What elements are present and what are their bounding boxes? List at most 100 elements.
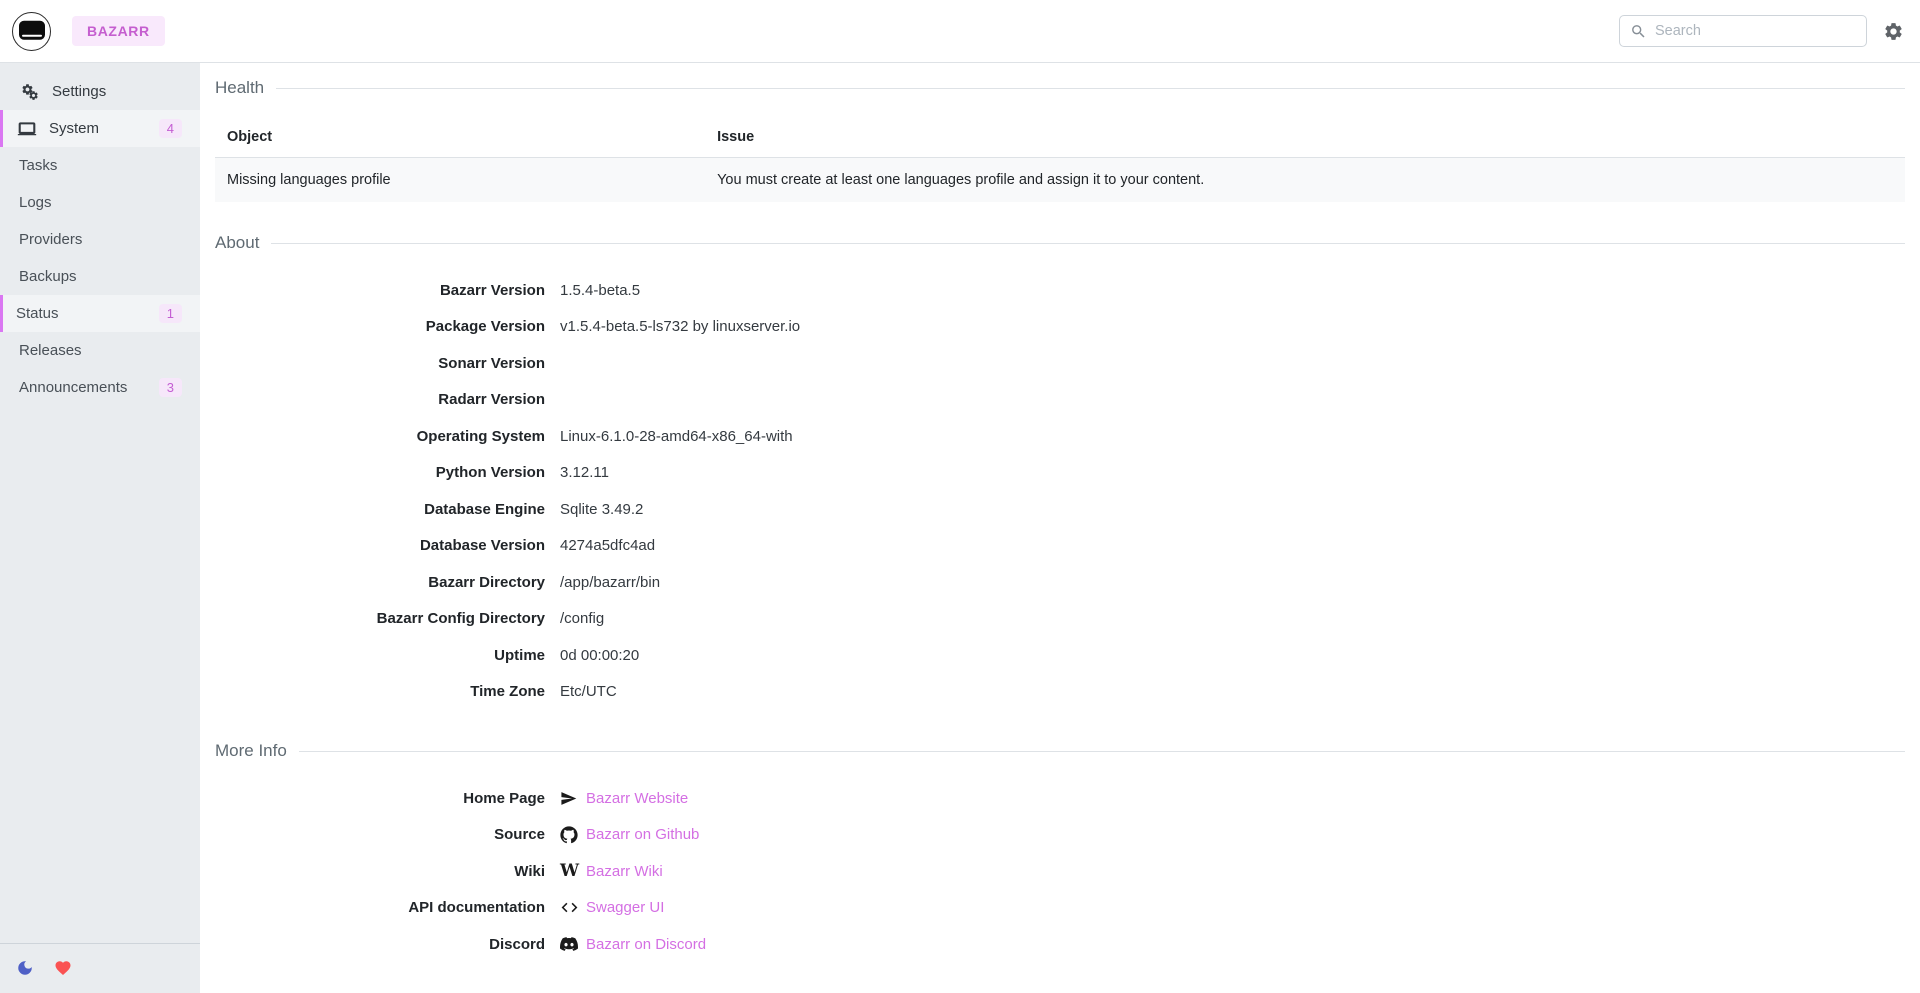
sidebar-item-releases[interactable]: Releases [0,332,200,369]
about-value: v1.5.4-beta.5-ls732 by linuxserver.io [560,318,800,335]
discord-link[interactable]: Bazarr on Discord [586,936,706,953]
more-info-label: Discord [215,936,545,953]
dark-mode-toggle[interactable] [16,959,34,977]
more-info-label: Source [215,826,545,843]
moon-icon [16,959,34,977]
paper-plane-icon [560,790,586,807]
about-label: Bazarr Version [215,282,545,299]
about-label: Radarr Version [215,391,545,408]
brand-badge: BAZARR [72,16,165,46]
sidebar-item-tasks[interactable]: Tasks [0,147,200,184]
wiki-link[interactable]: Bazarr Wiki [586,863,663,880]
search-box[interactable] [1619,15,1867,47]
more-info-label: Home Page [215,790,545,807]
more-info-row: Source Bazarr on Github [215,817,1905,854]
health-table: Object Issue Missing languages profile Y… [215,117,1905,202]
about-row: Time Zone Etc/UTC [215,674,1905,711]
more-info-label: Wiki [215,863,545,880]
sidebar-item-label: Announcements [19,379,127,396]
health-section: Health Object Issue Missing languages pr… [215,73,1905,202]
about-label: Uptime [215,647,545,664]
main-content: Health Object Issue Missing languages pr… [200,63,1920,993]
sidebar-item-label: System [49,120,99,137]
sidebar-item-backups[interactable]: Backups [0,258,200,295]
section-divider [276,88,1905,89]
about-value: 0d 00:00:20 [560,647,639,664]
about-label: Python Version [215,464,545,481]
health-table-row: Missing languages profile You must creat… [215,158,1905,203]
about-value: 1.5.4-beta.5 [560,282,640,299]
api-docs-link[interactable]: Swagger UI [586,899,664,916]
gear-icon [1883,21,1904,42]
discord-icon [560,935,586,953]
sidebar-item-label: Backups [19,268,77,285]
sidebar-item-label: Status [16,305,59,322]
about-row: Package Version v1.5.4-beta.5-ls732 by li… [215,309,1905,346]
bazarr-logo-screen [19,21,45,40]
more-info-title: More Info [215,741,287,761]
section-divider [299,751,1905,752]
sidebar-footer [0,943,200,993]
about-row: Bazarr Config Directory/config [215,601,1905,638]
health-object-cell: Missing languages profile [215,158,705,203]
home-page-link[interactable]: Bazarr Website [586,790,688,807]
sidebar-item-announcements[interactable]: Announcements 3 [0,369,200,406]
sidebar-item-label: Tasks [19,157,57,174]
about-value: 4274a5dfc4ad [560,537,655,554]
health-col-object: Object [215,117,705,158]
about-row: Bazarr Version 1.5.4-beta.5 [215,272,1905,309]
sidebar-item-system[interactable]: System 4 [0,110,200,147]
search-input[interactable] [1655,23,1856,39]
about-row: Sonarr Version [215,345,1905,382]
wikipedia-icon: W [560,861,586,881]
sidebar-item-label: Logs [19,194,52,211]
sidebar-item-logs[interactable]: Logs [0,184,200,221]
about-row: Operating SystemLinux-6.1.0-28-amd64-x86… [215,418,1905,455]
donate-heart-button[interactable] [54,959,72,977]
search-icon [1630,23,1647,40]
bazarr-logo[interactable] [12,12,51,51]
about-label: Database Engine [215,501,545,518]
sidebar-item-label: Releases [19,342,82,359]
about-label: Database Version [215,537,545,554]
top-bar: BAZARR [0,0,1920,63]
sidebar-item-label: Providers [19,231,82,248]
about-row: Uptime 0d 00:00:20 [215,637,1905,674]
about-value: /app/bazarr/bin [560,574,660,591]
about-value: /config [560,610,604,627]
health-issue-cell: You must create at least one languages p… [705,158,1905,203]
sidebar-item-settings[interactable]: Settings [0,73,200,110]
more-info-section: More Info Home Page Bazarr Website Sourc… [215,736,1905,963]
more-info-row: Wiki W Bazarr Wiki [215,853,1905,890]
about-label: Package Version [215,318,545,335]
github-icon [560,826,586,844]
about-row: Bazarr Directory/app/bazarr/bin [215,564,1905,601]
about-section: About Bazarr Version 1.5.4-beta.5 Package… [215,228,1905,710]
settings-gear-button[interactable] [1883,21,1904,42]
gears-icon [19,83,41,101]
more-info-row: API documentation Swagger UI [215,890,1905,927]
about-label: Time Zone [215,683,545,700]
laptop-icon [16,119,38,139]
about-value: Linux-6.1.0-28-amd64-x86_64-with [560,428,793,445]
status-count-badge: 1 [159,304,182,323]
about-value: 3.12.11 [560,464,609,481]
more-info-label: API documentation [215,899,545,916]
about-label: Bazarr Directory [215,574,545,591]
sidebar-item-label: Settings [52,83,106,100]
heart-icon [54,959,72,977]
sidebar-item-providers[interactable]: Providers [0,221,200,258]
health-col-issue: Issue [705,117,1905,158]
about-row: Database EngineSqlite 3.49.2 [215,491,1905,528]
about-value: Etc/UTC [560,683,617,700]
more-info-row: Discord Bazarr on Discord [215,926,1905,963]
about-row: Python Version 3.12.11 [215,455,1905,492]
source-link[interactable]: Bazarr on Github [586,826,699,843]
section-divider [271,243,1905,244]
health-title: Health [215,78,264,98]
about-title: About [215,233,259,253]
system-count-badge: 4 [159,119,182,138]
about-label: Sonarr Version [215,355,545,372]
about-row: Radarr Version [215,382,1905,419]
sidebar-item-status[interactable]: Status 1 [0,295,200,332]
